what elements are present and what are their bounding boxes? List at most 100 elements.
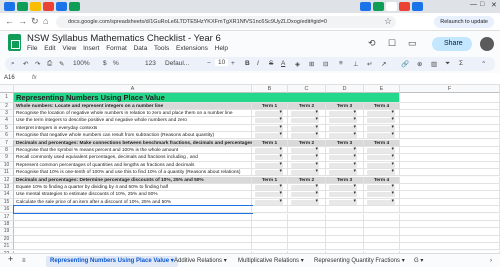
row-header[interactable]: 18 <box>0 220 14 229</box>
status-dropdown[interactable] <box>255 198 283 205</box>
avatar[interactable] <box>480 37 494 51</box>
redo-icon[interactable]: ↷ <box>35 60 40 68</box>
grid-cell[interactable] <box>326 228 364 236</box>
outcome-cell[interactable]: Use mental strategies to estimate discou… <box>14 191 252 199</box>
term-status-cell[interactable] <box>364 116 400 125</box>
status-dropdown[interactable] <box>367 131 395 139</box>
status-dropdown[interactable] <box>367 153 395 161</box>
status-dropdown[interactable] <box>291 109 319 116</box>
status-dropdown[interactable] <box>291 131 319 139</box>
grid-cell[interactable] <box>288 243 326 251</box>
term-header-cell[interactable]: Term 4 <box>364 139 400 147</box>
menu-extensions[interactable]: Extensions <box>176 45 208 52</box>
forward-icon[interactable]: → <box>18 16 27 26</box>
section-heading-cell[interactable]: Decimals and percentages: Determine perc… <box>14 176 252 184</box>
term-status-cell[interactable] <box>288 131 326 140</box>
grid-cell[interactable] <box>14 213 252 221</box>
term-status-cell[interactable] <box>326 131 364 140</box>
term-status-cell[interactable] <box>288 183 326 192</box>
outcome-cell[interactable]: Calculate the sale price of an item afte… <box>14 198 252 207</box>
menu-file[interactable]: File <box>27 45 37 52</box>
row-header[interactable]: 20 <box>0 235 14 244</box>
merge-icon[interactable]: ⊟ <box>323 60 328 68</box>
outcome-cell[interactable]: Represent common percentages of quantiti… <box>14 161 252 170</box>
grid-cell[interactable] <box>13 205 253 215</box>
status-dropdown[interactable] <box>255 190 283 198</box>
grid-cell[interactable] <box>288 213 326 221</box>
font-size-minus[interactable]: − <box>207 60 211 67</box>
grid-cell[interactable] <box>252 243 288 251</box>
grid-cell[interactable] <box>400 176 500 184</box>
term-status-cell[interactable] <box>252 153 288 162</box>
borders-icon[interactable]: ⊞ <box>309 60 314 68</box>
term-header-cell[interactable]: Term 1 <box>252 102 288 110</box>
currency-button[interactable]: $ <box>103 60 107 67</box>
select-all-corner[interactable] <box>0 85 14 93</box>
term-status-cell[interactable] <box>326 161 364 170</box>
outcome-cell[interactable]: Equate 10% to finding a quarter by divid… <box>14 183 252 192</box>
term-status-cell[interactable] <box>364 146 400 155</box>
status-dropdown[interactable] <box>367 183 395 190</box>
grid-cell[interactable] <box>400 183 500 192</box>
browser-tab[interactable] <box>399 2 410 11</box>
search-icon[interactable]: ⌕ <box>11 60 15 68</box>
term-status-cell[interactable] <box>288 161 326 170</box>
outcome-cell[interactable]: Recognise that the symbol % means percen… <box>14 146 252 155</box>
browser-tab-active[interactable] <box>386 2 397 11</box>
term-header-cell[interactable]: Term 4 <box>364 176 400 184</box>
back-icon[interactable]: ← <box>5 16 14 26</box>
term-header-cell[interactable]: Term 3 <box>326 102 364 110</box>
status-dropdown[interactable] <box>291 153 319 161</box>
row-header[interactable]: 9 <box>0 154 14 162</box>
grid-cell[interactable] <box>400 213 500 221</box>
status-dropdown[interactable] <box>291 161 319 168</box>
filter-icon[interactable]: ⏷ <box>445 60 450 68</box>
grid-cell[interactable] <box>400 102 500 110</box>
column-header[interactable]: A <box>14 85 252 93</box>
term-status-cell[interactable] <box>288 146 326 155</box>
grid-cell[interactable] <box>400 191 500 199</box>
status-dropdown[interactable] <box>329 124 357 131</box>
grid-cell[interactable] <box>252 220 288 229</box>
share-button[interactable]: Share <box>432 37 472 51</box>
add-sheet-icon[interactable]: + <box>4 254 17 265</box>
grid-cell[interactable] <box>400 93 500 103</box>
grid-cell[interactable] <box>252 206 288 214</box>
outcome-cell[interactable]: Recall commonly used equivalent percenta… <box>14 154 252 162</box>
menu-insert[interactable]: Insert <box>83 45 99 52</box>
status-dropdown[interactable] <box>255 168 283 176</box>
chart-icon[interactable]: ▥ <box>431 60 437 68</box>
term-header-cell[interactable]: Term 2 <box>288 102 326 110</box>
status-dropdown[interactable] <box>255 183 283 190</box>
grid-cell[interactable] <box>326 235 364 244</box>
term-status-cell[interactable] <box>252 183 288 192</box>
column-header[interactable]: D <box>326 85 364 93</box>
term-status-cell[interactable] <box>326 183 364 192</box>
row-header[interactable]: 2 <box>0 102 14 110</box>
link-icon[interactable]: 🔗 <box>401 60 409 68</box>
row-header[interactable]: 13 <box>0 183 14 192</box>
term-status-cell[interactable] <box>252 146 288 155</box>
grid-cell[interactable] <box>364 220 400 229</box>
row-header[interactable]: 21 <box>0 243 14 251</box>
rotate-icon[interactable]: ↗ <box>381 60 386 68</box>
status-dropdown[interactable] <box>255 146 283 153</box>
browser-tab[interactable] <box>43 2 54 11</box>
sheet-tab[interactable]: Representing Quantity Fractions ▾ <box>310 256 409 267</box>
grid-cell[interactable] <box>14 228 252 236</box>
all-sheets-icon[interactable]: ≡ <box>18 256 30 267</box>
status-dropdown[interactable] <box>291 116 319 124</box>
grid-cell[interactable] <box>400 198 500 207</box>
strikethrough-icon[interactable]: S <box>269 60 273 67</box>
row-header[interactable]: 3 <box>0 109 14 118</box>
column-header[interactable]: B <box>252 85 288 93</box>
status-dropdown[interactable] <box>329 116 357 124</box>
status-dropdown[interactable] <box>367 124 395 131</box>
grid-cell[interactable] <box>400 109 500 118</box>
row-header[interactable]: 15 <box>0 198 14 207</box>
font-select[interactable]: Defaul... <box>165 60 189 67</box>
grid-cell[interactable] <box>400 124 500 133</box>
term-status-cell[interactable] <box>252 116 288 125</box>
grid-cell[interactable] <box>14 220 252 229</box>
term-status-cell[interactable] <box>288 168 326 177</box>
